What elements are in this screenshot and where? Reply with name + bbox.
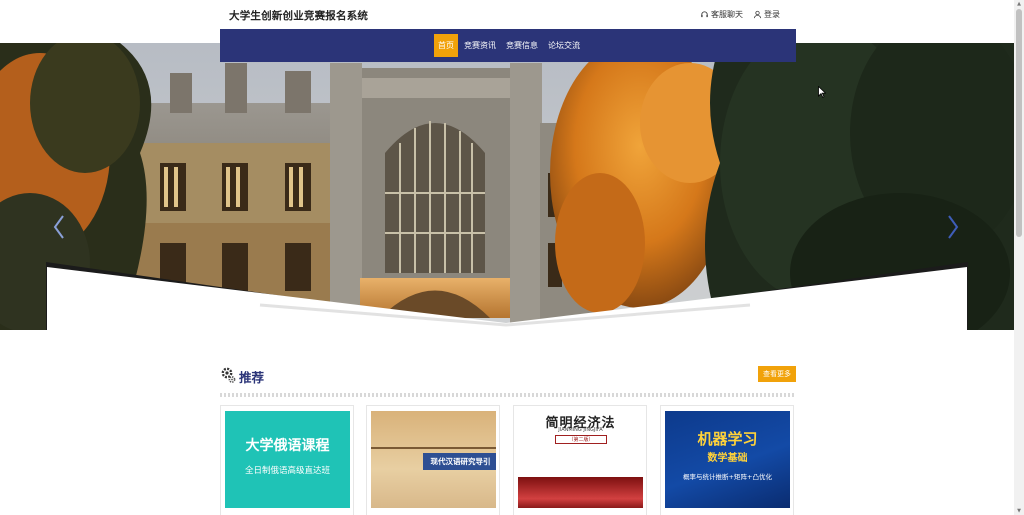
nav-item-home[interactable]: 首页 [434, 34, 458, 57]
login-label: 登录 [764, 10, 780, 19]
course-card-economic-law[interactable]: 简明经济法 JIANMING JINGJIFA （第二版） [513, 405, 647, 515]
customer-service-label: 客服聊天 [711, 10, 743, 19]
cover-caption: 概率与统计推断+矩阵+凸优化 [683, 473, 772, 481]
cover-band-text: 现代汉语研究导引 [430, 457, 491, 466]
chevron-right-icon[interactable] [946, 213, 960, 241]
headset-icon [701, 11, 708, 18]
cover-title: 机器学习 [697, 430, 758, 448]
top-actions: 客服聊天 登录 [700, 9, 780, 20]
cover-stripe [371, 447, 496, 449]
course-card-machine-learning[interactable]: 机器学习 数学基础 概率与统计推断+矩阵+凸优化 [660, 405, 794, 515]
nav-item-competition-info[interactable]: 竞赛信息 [502, 34, 542, 57]
login-link[interactable]: 登录 [753, 9, 780, 20]
book-cover: 现代汉语研究导引 [371, 411, 496, 508]
course-card-russian[interactable]: 大学俄语课程 全日制俄语高级直达班 [220, 405, 354, 515]
cover-pinyin: JIANMING JINGJIFA [558, 427, 603, 433]
book-cover: 简明经济法 JIANMING JINGJIFA （第二版） [518, 411, 643, 508]
course-cover: 大学俄语课程 全日制俄语高级直达班 [225, 411, 350, 508]
banner-image [0, 43, 1014, 330]
main-nav: 首页 竞赛资讯 竞赛信息 论坛交流 [220, 29, 796, 62]
cover-image [518, 477, 643, 508]
section-divider [220, 393, 796, 397]
top-header: 大学生创新创业竞赛报名系统 客服聊天 登录 [0, 0, 1014, 29]
page: 大学生创新创业竞赛报名系统 客服聊天 登录 首页 竞赛资讯 竞赛信息 论坛交流 … [0, 0, 1024, 515]
user-icon [753, 10, 762, 19]
customer-service-link[interactable]: 客服聊天 [700, 9, 743, 20]
cover-subtitle: 数学基础 [707, 453, 748, 464]
cover-title: 大学俄语课程 [245, 438, 330, 454]
scroll-down-icon[interactable]: ▼ [1016, 508, 1022, 514]
section-title: 推荐 [239, 370, 265, 385]
mouse-cursor-icon [818, 86, 826, 98]
book-cover: 机器学习 数学基础 概率与统计推断+矩阵+凸优化 [665, 411, 790, 508]
site-title: 大学生创新创业竞赛报名系统 [229, 10, 369, 22]
view-more-button[interactable]: 查看更多 [758, 366, 796, 382]
course-card-chinese[interactable]: 现代汉语研究导引 [366, 405, 500, 515]
nav-item-forum[interactable]: 论坛交流 [544, 34, 584, 57]
nav-items: 首页 竞赛资讯 竞赛信息 论坛交流 [434, 34, 584, 57]
gear-icon [221, 367, 236, 383]
page-scrollbar[interactable]: ▲ ▼ [1014, 0, 1024, 515]
cover-subtitle: 全日制俄语高级直达班 [244, 466, 330, 476]
chevron-left-icon[interactable] [52, 213, 66, 241]
banner-carousel [0, 43, 1014, 330]
cover-edition: （第二版） [555, 435, 607, 444]
recommend-section-header: 推荐 查看更多 [220, 364, 796, 390]
scrollbar-thumb[interactable] [1016, 9, 1022, 237]
scroll-up-icon[interactable]: ▲ [1016, 1, 1022, 7]
recommend-list: 大学俄语课程 全日制俄语高级直达班 现代汉语研究导引 简明经济法 JIANMIN… [220, 405, 796, 515]
cover-band: 现代汉语研究导引 [423, 453, 496, 470]
nav-item-competition-news[interactable]: 竞赛资讯 [460, 34, 500, 57]
